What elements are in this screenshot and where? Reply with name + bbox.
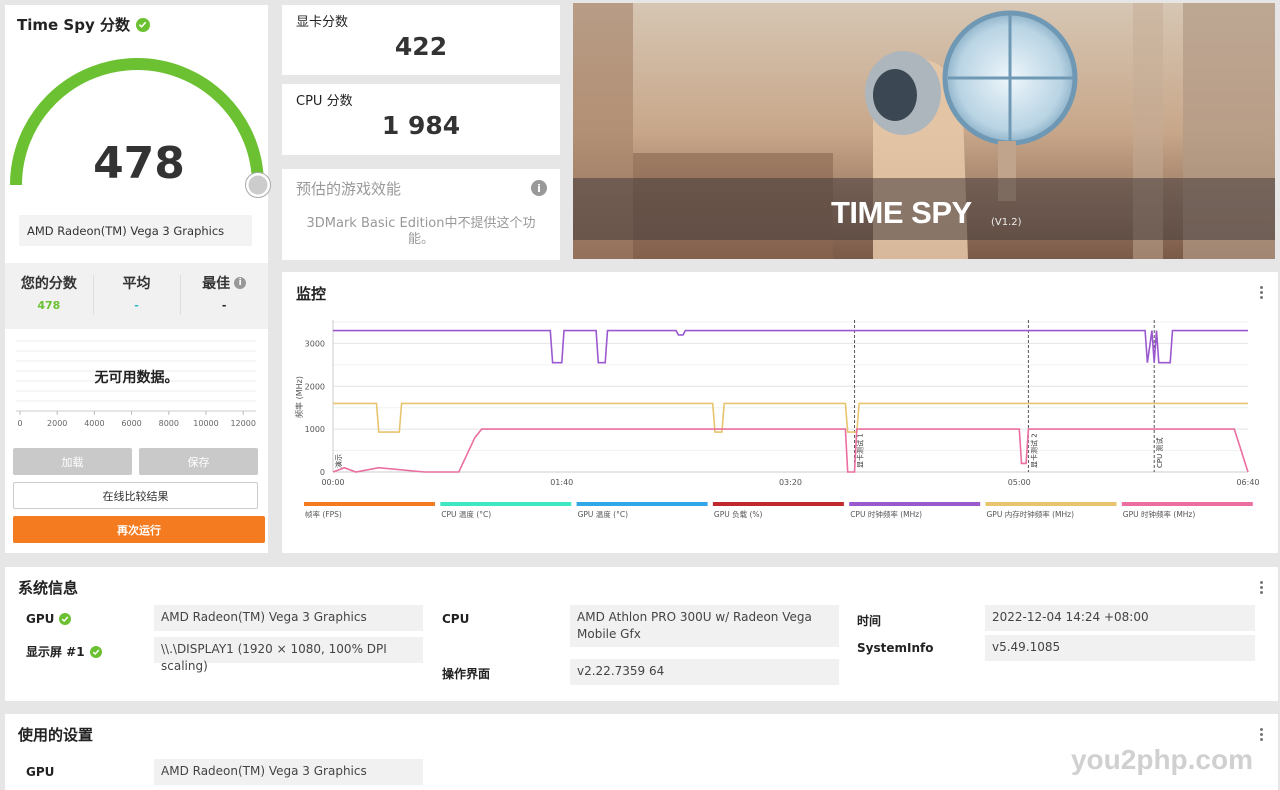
stat-label-row: 最佳 i bbox=[202, 273, 247, 293]
legend-label[interactable]: GPU 时钟频率 (MHz) bbox=[1123, 509, 1196, 519]
marker-label: CPU 测试 bbox=[1155, 438, 1164, 468]
cpu-score-card: CPU 分数 1 984 bbox=[282, 84, 560, 155]
cpu-score-label: CPU 分数 bbox=[296, 94, 353, 109]
x-tick-label: 03:20 bbox=[779, 478, 802, 487]
marker-label: 演示 bbox=[334, 454, 343, 468]
marker-label: 显卡测试 2 bbox=[1029, 433, 1038, 468]
stat-label: 最佳 bbox=[202, 276, 231, 292]
legend-label[interactable]: GPU 负载 (%) bbox=[714, 509, 763, 519]
legend-label[interactable]: GPU 温度 (°C) bbox=[578, 509, 629, 519]
legend-swatch bbox=[440, 502, 572, 506]
y-tick-label: 2000 bbox=[305, 382, 325, 391]
graphics-score-label: 显卡分数 bbox=[296, 15, 349, 30]
os-label: 操作界面 bbox=[442, 667, 491, 681]
score-title: Time Spy 分数 bbox=[17, 14, 150, 35]
stat-label: 平均 bbox=[122, 276, 151, 292]
x-tick-label: 06:40 bbox=[1236, 478, 1259, 487]
legend-swatch bbox=[985, 502, 1117, 506]
time-label: 时间 bbox=[857, 614, 882, 628]
stat-your-score: 您的分数 478 bbox=[5, 263, 93, 329]
score-value: 478 bbox=[93, 138, 185, 189]
system-info-title: 系统信息 bbox=[18, 579, 79, 597]
legend-swatch bbox=[712, 502, 844, 506]
monitoring-chart: 0 1000 2000 3000 频率 (MHz) 00:00 01:40 03:20 05:0… bbox=[294, 320, 1260, 519]
legend-label[interactable]: CPU 时钟频率 (MHz) bbox=[850, 509, 922, 519]
stat-value: - bbox=[221, 299, 227, 312]
systeminfo-value: v5.49.1085 bbox=[985, 635, 1255, 661]
x-tick-label: 05:00 bbox=[1008, 478, 1031, 487]
system-info-panel: 系统信息 GPU AMD Radeon(TM) Vega 3 Graphics … bbox=[5, 567, 1278, 701]
gpu-label: GPU bbox=[26, 612, 55, 626]
legend-swatch bbox=[576, 502, 708, 506]
more-options-icon[interactable] bbox=[1260, 581, 1264, 596]
time-value: 2022-12-04 14:24 +08:00 bbox=[985, 605, 1255, 631]
load-button[interactable]: 加载 bbox=[13, 448, 132, 475]
gpu-name: AMD Radeon(TM) Vega 3 Graphics bbox=[19, 215, 252, 246]
x-tick-label: 00:00 bbox=[321, 478, 344, 487]
gpu-label-row: GPU bbox=[26, 612, 72, 626]
check-icon bbox=[59, 613, 72, 625]
score-title-text: Time Spy 分数 bbox=[17, 16, 130, 34]
info-icon[interactable]: i bbox=[234, 277, 247, 289]
no-data-message: 无可用数据。 bbox=[94, 370, 179, 386]
stat-value: - bbox=[134, 299, 139, 312]
stat-average: 平均 - bbox=[92, 263, 181, 329]
legend-label[interactable]: CPU 温度 (°C) bbox=[441, 509, 491, 519]
display-label-row: 显示屏 #1 bbox=[26, 643, 102, 660]
graphics-score-card: 显卡分数 422 bbox=[282, 5, 560, 75]
y-axis-label: 频率 (MHz) bbox=[294, 376, 304, 418]
info-icon[interactable]: i bbox=[531, 180, 547, 196]
legend-swatch bbox=[304, 502, 435, 506]
histogram-tick-label: 8000 bbox=[159, 419, 179, 428]
check-icon bbox=[135, 17, 150, 32]
save-button[interactable]: 保存 bbox=[139, 448, 258, 475]
score-card: Time Spy 分数 478 AMD Radeon(TM) Vega 3 Gr… bbox=[5, 5, 271, 553]
display-label: 显示屏 #1 bbox=[26, 645, 85, 659]
gpu-value: AMD Radeon(TM) Vega 3 Graphics bbox=[154, 605, 423, 631]
run-again-button[interactable]: 再次运行 bbox=[13, 516, 265, 543]
histogram-tick-label: 12000 bbox=[230, 419, 255, 428]
y-tick-label: 0 bbox=[320, 468, 325, 477]
cpu-score-value: 1 984 bbox=[381, 111, 461, 140]
benchmark-version: (V1.2) bbox=[991, 217, 1022, 228]
histogram-tick-label: 0 bbox=[17, 419, 22, 428]
histogram-tick-label: 6000 bbox=[121, 419, 141, 428]
benchmark-banner: TIME SPY (V1.2) bbox=[573, 3, 1275, 259]
settings-gpu-label: GPU bbox=[26, 765, 55, 779]
stat-value: 478 bbox=[37, 299, 61, 312]
y-tick-label: 1000 bbox=[305, 425, 325, 434]
benchmark-title: TIME SPY bbox=[831, 195, 972, 230]
game-performance-title: 预估的游戏效能 bbox=[296, 180, 402, 198]
os-value: v2.22.7359 64 bbox=[570, 659, 839, 685]
stat-label: 您的分数 bbox=[20, 276, 77, 292]
watermark: you2php.com bbox=[1070, 744, 1253, 775]
series-line bbox=[333, 329, 1248, 364]
histogram-tick-label: 10000 bbox=[193, 419, 218, 428]
settings-gpu-value: AMD Radeon(TM) Vega 3 Graphics bbox=[154, 759, 423, 785]
legend-label[interactable]: GPU 内存时钟频率 (MHz) bbox=[987, 509, 1075, 519]
compare-online-button[interactable]: 在线比较结果 bbox=[13, 482, 258, 509]
legend-swatch bbox=[849, 502, 981, 506]
y-tick-label: 3000 bbox=[305, 339, 325, 348]
x-tick-label: 01:40 bbox=[550, 478, 573, 487]
legend-swatch bbox=[1121, 502, 1253, 506]
graphics-score-value: 422 bbox=[394, 32, 448, 61]
cpu-label: CPU bbox=[442, 612, 470, 626]
legend-label[interactable]: 帧率 (FPS) bbox=[305, 509, 342, 519]
histogram-tick-label: 2000 bbox=[47, 419, 67, 428]
check-icon bbox=[89, 645, 102, 658]
game-performance-card: 预估的游戏效能 i 3DMark Basic Edition中不提供这个功能。 bbox=[282, 169, 560, 260]
stat-best: 最佳 i - bbox=[180, 263, 268, 329]
monitoring-panel: 监控 0 1000 2000 3000 频率 (MHz) 00:00 01:40 03:20 0… bbox=[282, 272, 1278, 553]
cpu-value: AMD Athlon PRO 300U w/ Radeon Vega Mobil… bbox=[570, 605, 839, 647]
systeminfo-label: SystemInfo bbox=[857, 641, 934, 655]
score-stats: 您的分数 478 平均 - 最佳 i - bbox=[5, 263, 268, 329]
histogram-tick-label: 4000 bbox=[84, 419, 104, 428]
used-settings-title: 使用的设置 bbox=[18, 726, 94, 744]
game-performance-description: 3DMark Basic Edition中不提供这个功能。 bbox=[306, 216, 536, 247]
more-options-icon[interactable] bbox=[1260, 728, 1264, 743]
display-value: \\.\DISPLAY1 (1920 × 1080, 100% DPI scal… bbox=[154, 637, 423, 673]
